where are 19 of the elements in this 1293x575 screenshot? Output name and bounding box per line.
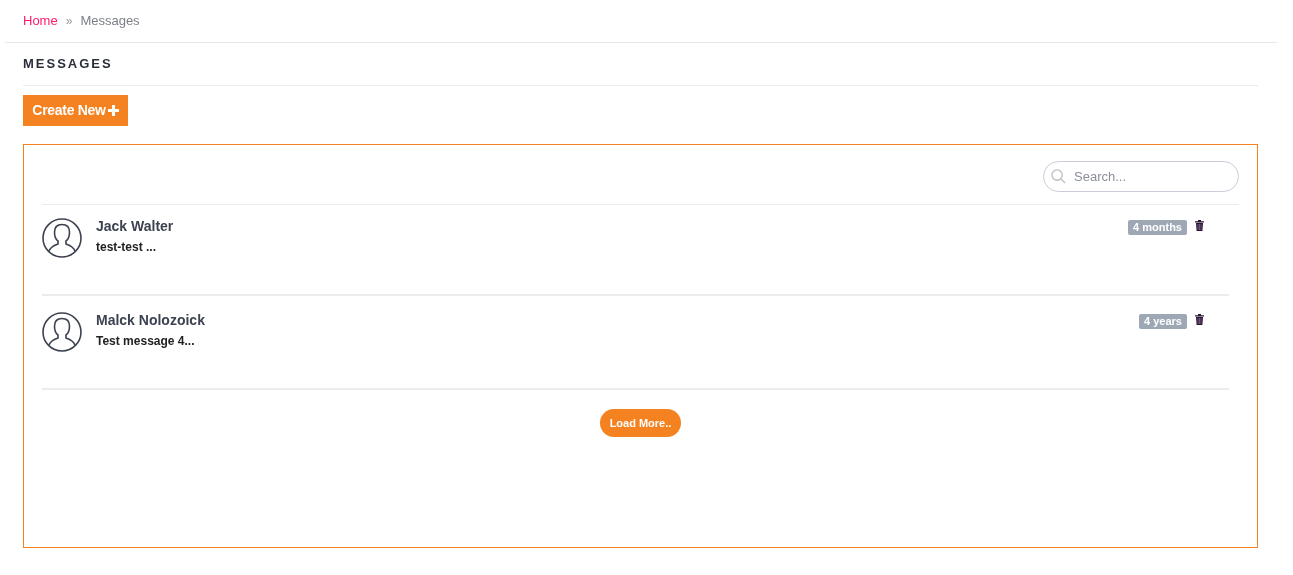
message-preview: test-test ... xyxy=(96,240,157,254)
message-preview: Test message 4... xyxy=(96,334,196,348)
trash-icon[interactable] xyxy=(1195,314,1204,325)
plus-icon xyxy=(107,105,119,116)
load-more-button[interactable]: Load More.. xyxy=(599,409,682,437)
sender-name: Jack Walter xyxy=(96,218,175,234)
breadcrumb-separator: » xyxy=(65,13,73,30)
time-badge: 4 months xyxy=(1128,220,1187,235)
search-field[interactable]: Search... xyxy=(1043,161,1239,192)
page-title: MESSAGES xyxy=(23,55,113,74)
create-new-button[interactable]: Create New xyxy=(23,95,128,126)
time-badge: 4 years xyxy=(1139,314,1187,329)
breadcrumb-current: Messages xyxy=(80,12,140,31)
avatar-icon xyxy=(42,312,82,352)
sender-name: Malck Nolozoick xyxy=(96,312,206,328)
breadcrumb-link[interactable]: Home xyxy=(23,11,58,31)
trash-icon[interactable] xyxy=(1195,220,1204,231)
avatar-icon xyxy=(42,218,82,258)
search-icon xyxy=(1051,169,1066,184)
